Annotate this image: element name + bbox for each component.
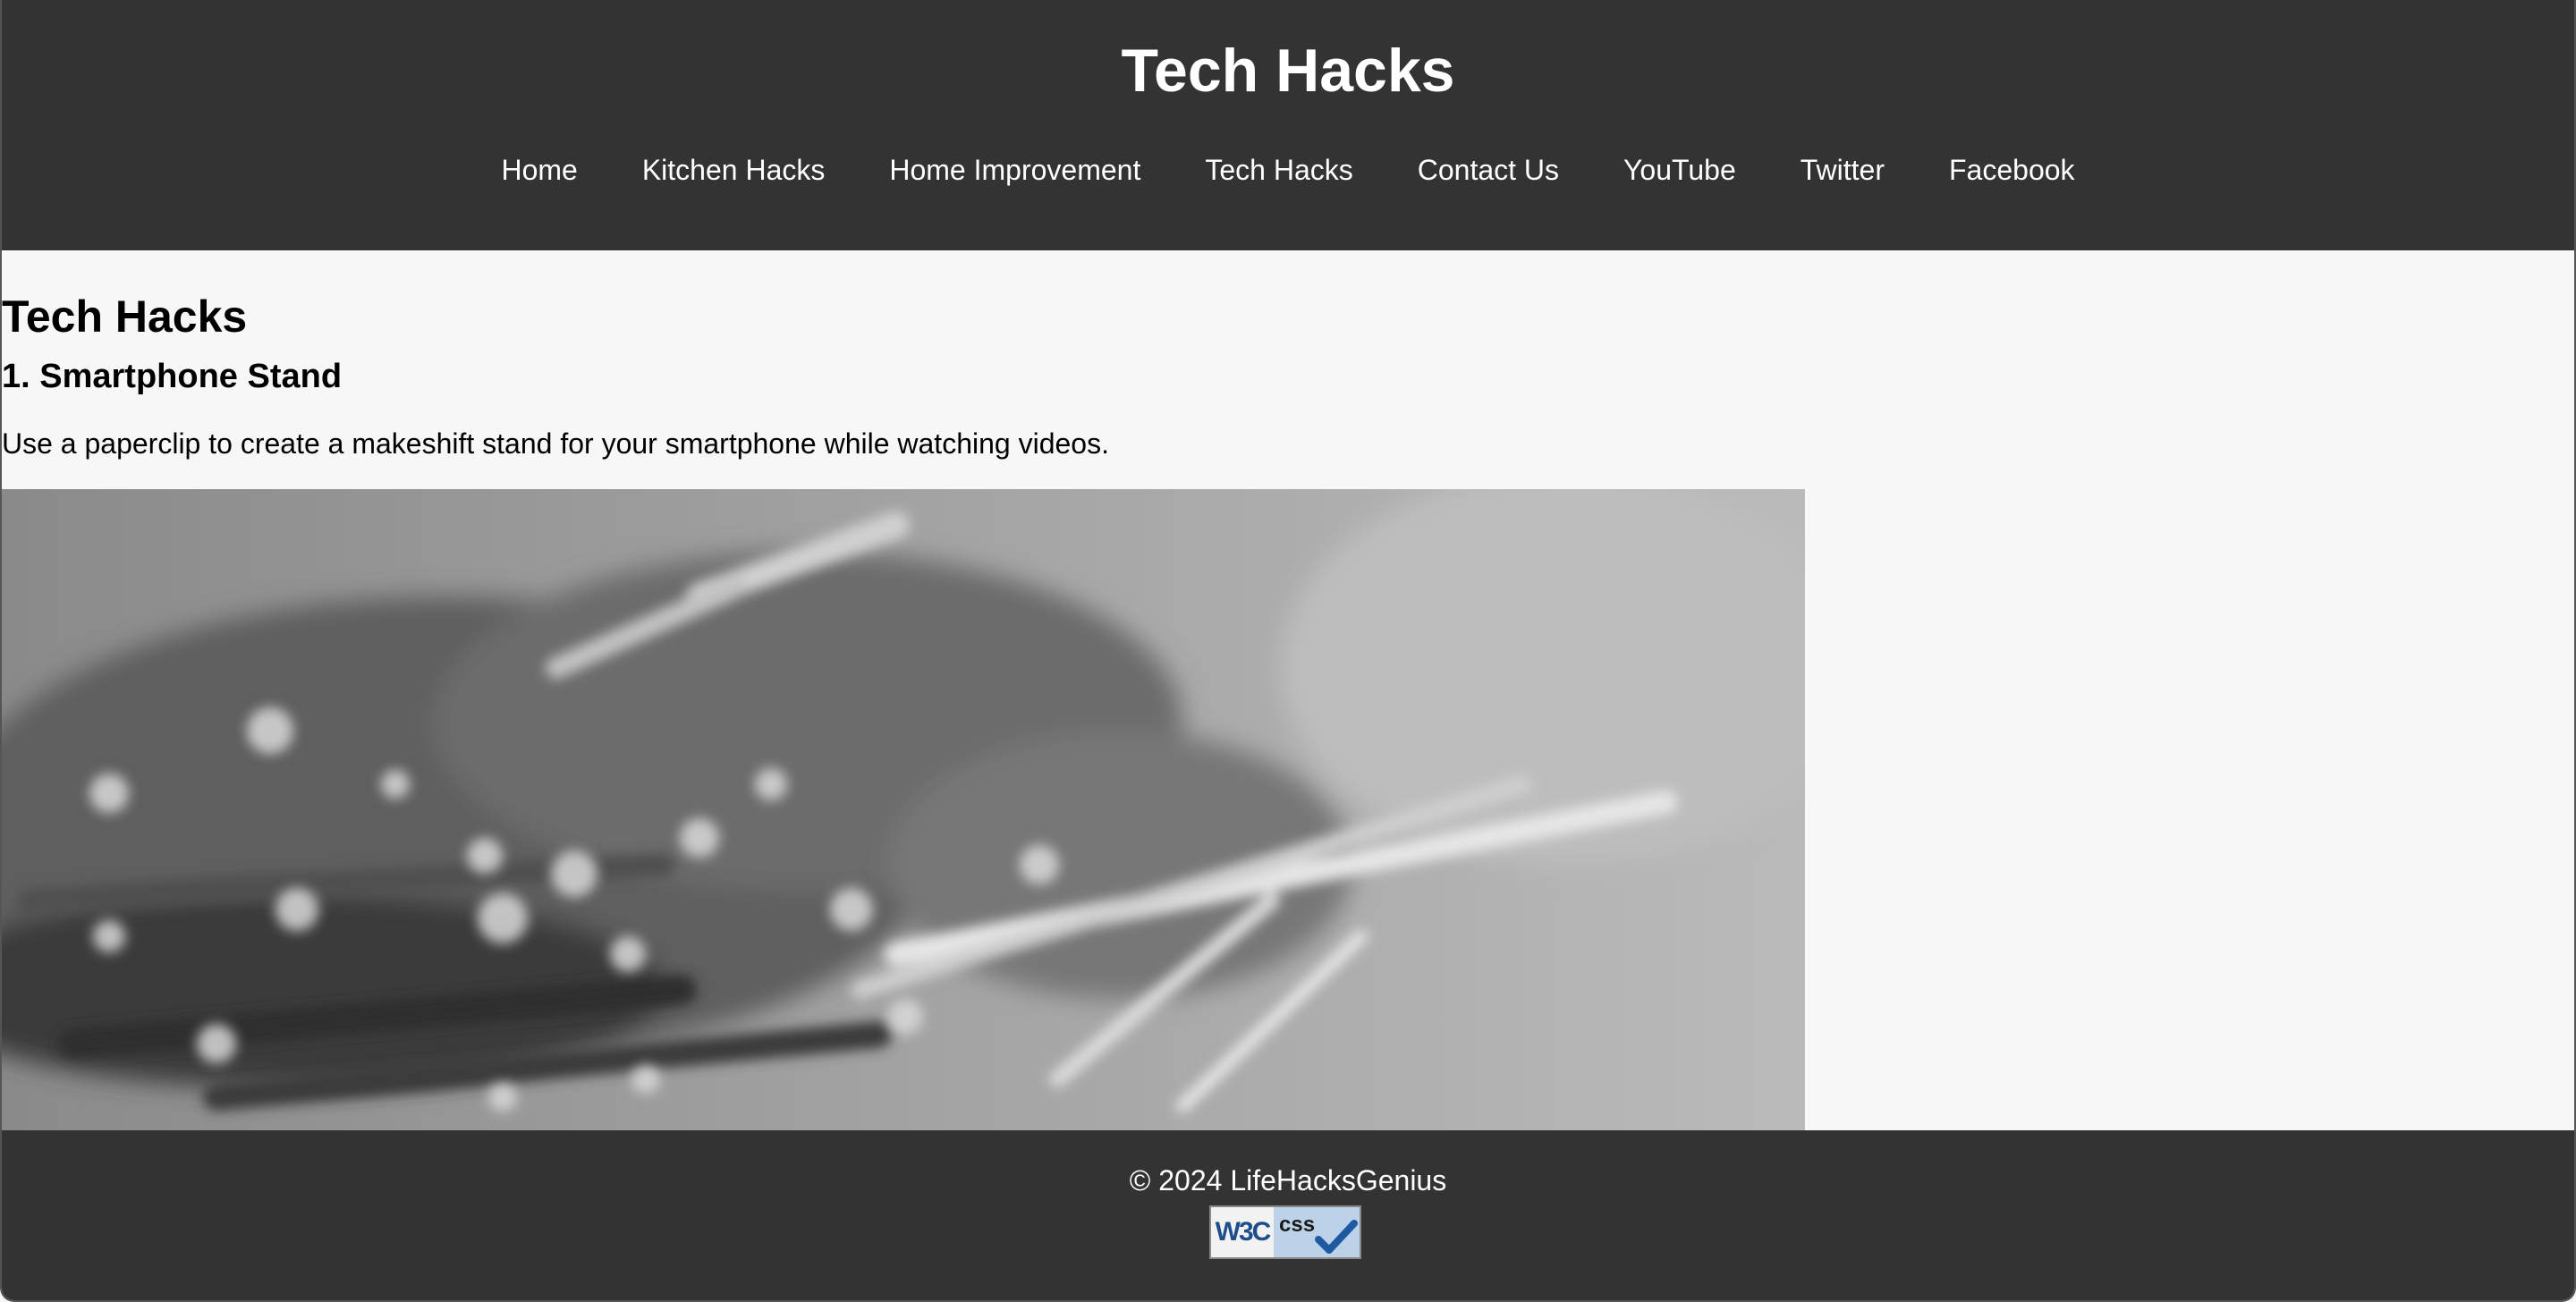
browser-viewport: Tech Hacks Home Kitchen Hacks Home Impro… (0, 0, 2576, 1302)
nav-item-kitchen-hacks[interactable]: Kitchen Hacks (642, 148, 826, 191)
nav-item-contact-us[interactable]: Contact Us (1418, 148, 1559, 191)
hack-description: Use a paperclip to create a makeshift st… (2, 427, 1109, 460)
nav-item-facebook[interactable]: Facebook (1949, 148, 2075, 191)
css-label-area: css (1274, 1207, 1360, 1257)
nav-item-tech-hacks[interactable]: Tech Hacks (1205, 148, 1352, 191)
w3c-logo: W3C (1211, 1207, 1274, 1257)
nav-item-home[interactable]: Home (501, 148, 577, 191)
css-label: css (1279, 1213, 1316, 1237)
checkmark-icon (1315, 1220, 1358, 1254)
hack-title: 1. Smartphone Stand (2, 358, 343, 395)
copyright-text: © 2024 LifeHacksGenius (1129, 1164, 1447, 1196)
site-footer: © 2024 LifeHacksGenius W3C css (2, 1130, 2574, 1300)
site-title: Tech Hacks (1121, 37, 1455, 105)
paperclips-photo (2, 489, 1805, 1130)
nav-item-youtube[interactable]: YouTube (1623, 148, 1736, 191)
main-nav: Home Kitchen Hacks Home Improvement Tech… (2, 148, 2574, 191)
nav-item-home-improvement[interactable]: Home Improvement (889, 148, 1140, 191)
site-header: Tech Hacks Home Kitchen Hacks Home Impro… (2, 0, 2574, 250)
nav-item-twitter[interactable]: Twitter (1801, 148, 1885, 191)
w3c-css-badge[interactable]: W3C css (1209, 1205, 1361, 1259)
page-title: Tech Hacks (2, 292, 248, 342)
